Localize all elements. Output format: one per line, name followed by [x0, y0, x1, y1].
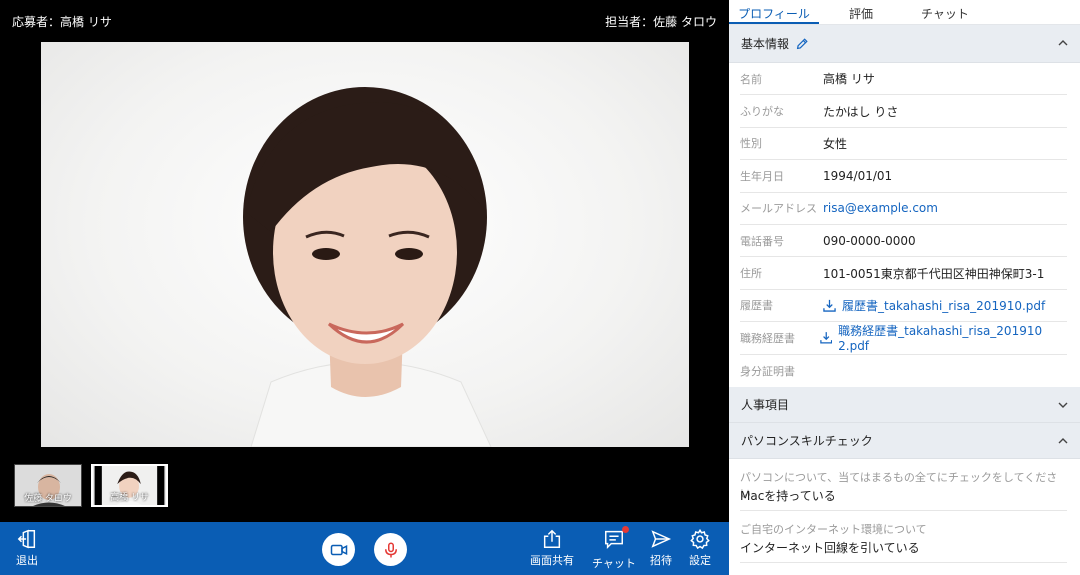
applicant-label: 応募者：高橋 リサ — [12, 15, 112, 29]
exit-label: 退出 — [16, 554, 38, 567]
microphone-toggle-button[interactable] — [374, 533, 407, 566]
resume-download-link[interactable]: 履歴書_takahashi_risa_201910.pdf — [823, 297, 1045, 314]
participant-thumbnails: 佐藤 タロウ 高橋 リサ — [14, 464, 168, 507]
field-label: 名前 — [740, 72, 762, 86]
question-answer: Macを持っている — [740, 487, 1067, 511]
screen-share-label: 画面共有 — [530, 554, 574, 567]
main-video-feed — [41, 42, 689, 447]
field-label: 職務経歴書 — [740, 331, 795, 345]
question-answer: インターネット回線を引いている — [740, 539, 1067, 563]
send-icon — [651, 530, 672, 548]
unread-badge — [621, 526, 629, 533]
field-label: 住所 — [740, 267, 762, 281]
career-history-filename: 職務経歴書_takahashi_risa_201910 2.pdf — [838, 324, 1043, 354]
thumbnail-name: 佐藤 タロウ — [24, 494, 72, 504]
field-value: 高橋 リサ — [823, 72, 875, 87]
info-row-birthdate: 生年月日 1994/01/01 — [740, 160, 1067, 193]
download-icon — [823, 299, 836, 312]
chat-label: チャット — [592, 557, 636, 570]
microphone-icon — [384, 542, 397, 557]
chat-button[interactable]: チャット — [592, 526, 636, 571]
info-row-phone: 電話番号 090-0000-0000 — [740, 225, 1067, 258]
field-label: 電話番号 — [740, 234, 784, 248]
info-row-gender: 性別 女性 — [740, 128, 1067, 161]
chevron-down-icon — [1058, 402, 1068, 408]
info-row-id-document: 身分証明書 — [740, 355, 1067, 387]
settings-button[interactable]: 設定 — [689, 528, 711, 568]
info-row-address: 住所 101-0051東京都千代田区神田神保町3-1 — [740, 257, 1067, 290]
panel-tabs: プロフィール 評価 チャット — [729, 0, 1080, 25]
field-label: 履歴書 — [740, 299, 773, 313]
hr-items-title: 人事項目 — [741, 397, 790, 412]
pencil-icon[interactable] — [795, 37, 809, 51]
gear-icon — [690, 528, 710, 550]
pc-skill-title: パソコンスキルチェック — [741, 433, 873, 448]
field-value: 女性 — [823, 136, 848, 151]
invite-label: 招待 — [650, 554, 672, 567]
screen-share-button[interactable]: 画面共有 — [530, 528, 574, 568]
basic-info-list: 名前 高橋 リサ ふりがな たかはし りさ 性別 女性 生年月日 1994/01… — [729, 63, 1080, 387]
exit-icon — [17, 529, 36, 549]
field-label: 生年月日 — [740, 169, 784, 183]
pc-skill-questions: パソコンについて、当てはまるもの全てにチェックをしてください Macを持っている… — [729, 459, 1080, 563]
email-link[interactable]: risa@example.com — [823, 201, 938, 215]
field-value: 1994/01/01 — [823, 168, 893, 183]
field-value: 090-0000-0000 — [823, 233, 916, 248]
call-toolbar: 退出 画面共有 チャット 招待 設定 — [0, 522, 729, 575]
pc-skill-header[interactable]: パソコンスキルチェック — [729, 422, 1080, 459]
field-label: 身分証明書 — [740, 364, 795, 378]
interviewer-label: 担当者：佐藤 タロウ — [605, 15, 717, 29]
download-icon — [819, 332, 832, 344]
participant-video-image — [243, 87, 492, 447]
info-row-email: メールアドレス risa@example.com — [740, 193, 1067, 225]
field-value: 101-0051東京都千代田区神田神保町3-1 — [823, 266, 1045, 281]
info-row-career-history: 職務経歴書 職務経歴書_takahashi_risa_201910 2.pdf — [740, 322, 1067, 355]
profile-panel: プロフィール 評価 チャット 基本情報 名前 高橋 リサ ふりがな たかはし り… — [729, 0, 1080, 575]
hr-items-header[interactable]: 人事項目 — [729, 386, 1080, 423]
invite-button[interactable]: 招待 — [650, 528, 672, 568]
exit-button[interactable]: 退出 — [16, 528, 38, 568]
settings-label: 設定 — [689, 554, 711, 567]
camera-toggle-button[interactable] — [322, 533, 355, 566]
info-row-resume: 履歴書 履歴書_takahashi_risa_201910.pdf — [740, 290, 1067, 323]
field-label: ふりがな — [740, 105, 784, 119]
basic-info-header[interactable]: 基本情報 — [729, 25, 1080, 63]
field-value: たかはし りさ — [823, 104, 899, 119]
thumbnail-interviewer[interactable]: 佐藤 タロウ — [14, 464, 82, 507]
basic-info-title: 基本情報 — [741, 37, 790, 51]
video-area: 応募者：高橋 リサ 担当者：佐藤 タロウ 佐藤 タロウ 高橋 リサ — [0, 0, 729, 522]
field-label: 性別 — [740, 137, 762, 151]
question-label: ご自宅のインターネット環境について — [740, 522, 927, 536]
field-label: メールアドレス — [740, 202, 817, 216]
career-history-download-link[interactable]: 職務経歴書_takahashi_risa_201910 2.pdf — [819, 322, 1067, 354]
video-camera-icon — [330, 544, 347, 555]
tab-chat[interactable]: チャット — [903, 0, 987, 24]
share-icon — [543, 529, 561, 548]
tab-evaluation[interactable]: 評価 — [819, 0, 903, 24]
info-row-furigana: ふりがな たかはし りさ — [740, 95, 1067, 128]
thumbnail-name: 高橋 リサ — [110, 493, 149, 503]
info-row-name: 名前 高橋 リサ — [740, 63, 1067, 96]
chevron-up-icon — [1058, 437, 1068, 444]
chevron-up-icon — [1058, 40, 1068, 46]
thumbnail-applicant[interactable]: 高橋 リサ — [91, 464, 168, 507]
resume-filename: 履歴書_takahashi_risa_201910.pdf — [842, 298, 1046, 313]
question-label: パソコンについて、当てはまるもの全てにチェックをしてください — [740, 470, 1058, 500]
tab-profile[interactable]: プロフィール — [729, 0, 819, 24]
